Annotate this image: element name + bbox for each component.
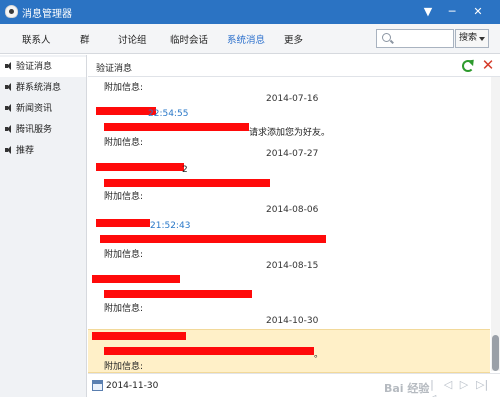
message-panel-header: 验证消息 ✕ (88, 55, 500, 77)
redacted-message (104, 290, 252, 298)
chevron-down-icon[interactable] (479, 37, 485, 41)
redacted-message (104, 179, 270, 187)
date-separator: 2014-08-06 (266, 205, 319, 215)
sidebar-item-label: 群系统消息 (16, 83, 62, 93)
sidebar: 验证消息 群系统消息 新闻资讯 腾讯服务 推荐 (0, 55, 87, 397)
sidebar-item-recommend[interactable]: 推荐 (0, 141, 86, 161)
extra-info-label: 附加信息: (104, 192, 144, 202)
qq-penguin-icon (5, 5, 18, 18)
sidebar-item-label: 腾讯服务 (16, 125, 53, 135)
tab-discussion-groups[interactable]: 讨论组 (118, 32, 147, 46)
search-button[interactable]: 搜索 (455, 29, 489, 48)
scrollbar[interactable] (491, 77, 500, 371)
first-page-icon[interactable]: |◁ (426, 378, 438, 397)
extra-info-label: 附加信息: (104, 304, 144, 314)
search-button-label: 搜索 (459, 33, 478, 43)
redacted-message (100, 235, 326, 243)
scrollbar-thumb[interactable] (492, 335, 499, 371)
tab-contacts[interactable]: 联系人 (22, 32, 51, 46)
message-time: 21:52:43 (150, 221, 191, 231)
footer-bar: 2014-11-30 Bai 经验 |◁ ◁ ▷ ▷| (88, 373, 500, 397)
date-separator: 2014-10-30 (266, 316, 319, 326)
message-partial: 2 (182, 165, 188, 175)
minimize-to-tray-button[interactable]: ▼ (420, 4, 436, 20)
tab-more[interactable]: 更多 (284, 32, 303, 46)
speaker-icon (5, 104, 14, 112)
sidebar-item-label: 推荐 (16, 146, 35, 156)
tab-system-messages[interactable]: 系统消息 (227, 32, 265, 46)
extra-info-label: 附加信息: (104, 138, 144, 148)
next-page-icon[interactable]: ▷ (458, 378, 470, 392)
prev-page-icon[interactable]: ◁ (442, 378, 454, 392)
redacted-message (104, 123, 249, 131)
redacted-message (104, 347, 314, 355)
nav-bar: 联系人 群 讨论组 临时会话 系统消息 更多 搜索 (0, 24, 500, 54)
message-panel: 验证消息 ✕ 附加信息: 2014-07-16 22:54:55 请求添加您为好… (88, 55, 500, 397)
message-time: 22:54:55 (148, 109, 189, 119)
calendar-icon[interactable] (92, 380, 103, 391)
redacted-name (92, 332, 186, 340)
request-text: 请求添加您为好友。 (249, 128, 331, 138)
speaker-icon (5, 83, 14, 91)
redacted-name (96, 107, 156, 115)
tab-groups[interactable]: 群 (80, 32, 90, 46)
redacted-name (92, 275, 180, 283)
extra-info-label: 附加信息: (104, 250, 144, 260)
date-separator: 2014-07-27 (266, 149, 319, 159)
sidebar-item-verification[interactable]: 验证消息 (0, 57, 86, 77)
message-partial: 。 (314, 350, 324, 360)
close-button[interactable]: ✕ (470, 4, 486, 20)
tab-temporary-chats[interactable]: 临时会话 (170, 32, 208, 46)
title-bar: 消息管理器 ▼ ─ ✕ (0, 0, 500, 24)
date-separator: 2014-08-15 (266, 261, 319, 271)
redacted-name (96, 163, 184, 171)
watermark: Bai 经验 (384, 382, 430, 395)
last-page-icon[interactable]: ▷| (476, 378, 488, 392)
window-title: 消息管理器 (22, 9, 72, 20)
sidebar-item-tencent-services[interactable]: 腾讯服务 (0, 120, 86, 140)
extra-info-label: 附加信息: (104, 362, 144, 372)
extra-info-label: 附加信息: (104, 83, 144, 93)
sidebar-item-group-system[interactable]: 群系统消息 (0, 78, 86, 98)
redacted-name (96, 219, 150, 227)
minimize-button[interactable]: ─ (444, 4, 460, 20)
sidebar-item-news[interactable]: 新闻资讯 (0, 99, 86, 119)
speaker-icon (5, 125, 14, 133)
search-input[interactable] (376, 29, 454, 48)
date-separator: 2014-07-16 (266, 94, 319, 104)
panel-title: 验证消息 (96, 64, 133, 74)
refresh-icon[interactable] (462, 60, 474, 72)
speaker-icon (5, 62, 14, 70)
sidebar-item-label: 新闻资讯 (16, 104, 53, 114)
search-icon (382, 33, 391, 42)
sidebar-item-label: 验证消息 (16, 62, 53, 72)
footer-date[interactable]: 2014-11-30 (106, 381, 158, 391)
delete-icon[interactable]: ✕ (481, 57, 495, 73)
speaker-icon (5, 146, 14, 154)
